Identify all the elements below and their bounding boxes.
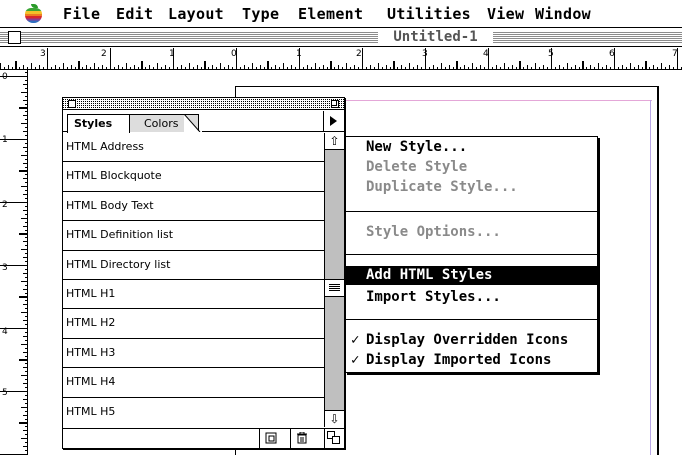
ruler-label: 2 <box>356 49 362 59</box>
ruler-label: 1 <box>296 49 302 59</box>
palette-menu-button[interactable] <box>323 111 344 131</box>
menu-separator <box>346 211 597 212</box>
menu-layout[interactable]: Layout <box>168 5 224 23</box>
list-item[interactable]: HTML Body Text <box>63 192 324 222</box>
document-title-bar[interactable]: Untitled-1 <box>0 29 682 47</box>
scroll-up-arrow-icon[interactable]: ⇧ <box>325 133 344 150</box>
palette-tabs: Colors Styles <box>63 111 344 133</box>
palette-close-box[interactable] <box>68 100 76 108</box>
ruler-label: 7 <box>672 49 678 59</box>
palette-title-bar[interactable] <box>63 98 344 110</box>
menu-item-display-overridden-icons[interactable]: ✓ Display Overridden Icons <box>346 331 597 350</box>
menu-edit[interactable]: Edit <box>116 5 153 23</box>
menu-file[interactable]: File <box>63 5 100 23</box>
menu-item-new-style[interactable]: New Style... <box>346 138 597 157</box>
ruler-label: 4 <box>483 49 489 59</box>
margin-guide <box>650 100 651 455</box>
tab-styles[interactable]: Styles <box>67 114 130 133</box>
ruler-label: 5 <box>548 49 554 59</box>
ruler-label: 0 <box>231 49 237 59</box>
ruler-label: 5 <box>2 388 8 398</box>
ruler-label: 4 <box>2 327 8 337</box>
scroll-thumb[interactable] <box>325 279 344 297</box>
horizontal-ruler[interactable]: 3 2 1 0 1 2 3 4 5 6 7 <box>0 48 682 70</box>
list-item[interactable]: HTML Blockquote <box>63 162 324 192</box>
menu-type[interactable]: Type <box>242 5 279 23</box>
ruler-label: 1 <box>2 135 8 145</box>
styles-palette-menu: New Style... Delete Style Duplicate Styl… <box>345 136 598 373</box>
menu-window[interactable]: Window <box>535 5 591 23</box>
list-item[interactable]: HTML H3 <box>63 339 324 369</box>
ruler-label: 1 <box>169 49 175 59</box>
ruler-label: 6 <box>609 49 615 59</box>
palette-zoom-box[interactable] <box>331 100 339 108</box>
list-item[interactable]: HTML H5 <box>63 398 324 427</box>
ruler-label: 3 <box>422 49 428 59</box>
menu-item-duplicate-style[interactable]: Duplicate Style... <box>346 178 597 197</box>
menu-item-delete-style[interactable]: Delete Style <box>346 158 597 177</box>
list-item[interactable]: HTML Definition list <box>63 221 324 251</box>
menu-separator <box>346 254 597 255</box>
list-item[interactable]: HTML H2 <box>63 309 324 339</box>
menu-item-import-styles[interactable]: Import Styles... <box>346 288 597 307</box>
list-item[interactable]: HTML Address <box>63 133 324 163</box>
ruler-label: 3 <box>2 263 8 273</box>
trash-icon[interactable] <box>290 429 312 448</box>
vertical-ruler[interactable]: 0 1 2 3 4 5 <box>0 70 28 455</box>
styles-palette: Colors Styles HTML Address HTML Blockquo… <box>62 97 345 449</box>
ruler-label: 0 <box>2 72 8 82</box>
ruler-label: 2 <box>2 200 8 210</box>
vertical-scrollbar[interactable]: ⇧ ⇩ <box>324 133 344 427</box>
menu-item-display-imported-icons[interactable]: ✓ Display Imported Icons <box>346 351 597 370</box>
document-title: Untitled-1 <box>378 29 493 46</box>
menu-bar: File Edit Layout Type Element Utilities … <box>0 0 682 28</box>
menu-separator <box>346 319 597 320</box>
scroll-down-arrow-icon[interactable]: ⇩ <box>325 410 344 427</box>
window-close-box[interactable] <box>8 31 21 44</box>
list-item[interactable]: HTML Directory list <box>63 251 324 280</box>
menu-item-add-html-styles[interactable]: Add HTML Styles <box>346 266 597 285</box>
menu-item-style-options[interactable]: Style Options... <box>346 223 597 242</box>
checkmark-icon: ✓ <box>351 352 360 368</box>
ruler-label: 3 <box>40 49 46 59</box>
menu-element[interactable]: Element <box>298 5 363 23</box>
triangle-right-icon <box>330 116 337 126</box>
new-style-icon[interactable] <box>259 429 281 448</box>
apple-menu-icon[interactable] <box>25 4 42 24</box>
palette-footer <box>63 428 344 448</box>
menu-view[interactable]: View <box>487 5 524 23</box>
resize-box-icon[interactable] <box>324 429 344 448</box>
list-item[interactable]: HTML H1 <box>63 280 324 310</box>
list-item[interactable]: HTML H4 <box>63 368 324 398</box>
menu-utilities[interactable]: Utilities <box>387 5 471 23</box>
checkmark-icon: ✓ <box>351 332 360 348</box>
style-list: HTML Address HTML Blockquote HTML Body T… <box>63 133 324 427</box>
ruler-label: 2 <box>101 49 107 59</box>
